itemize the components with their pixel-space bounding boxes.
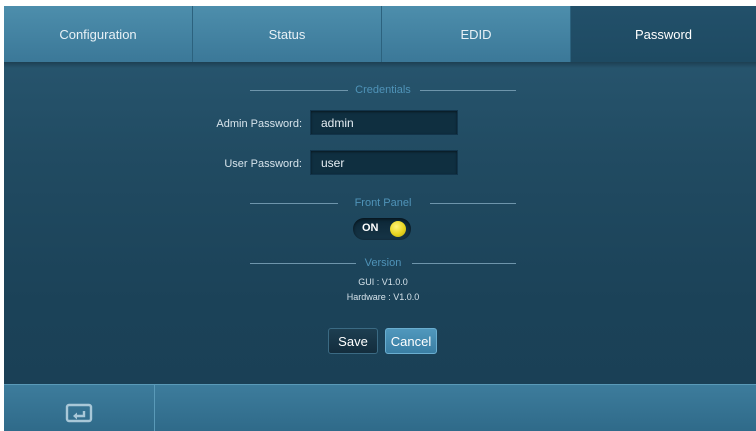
user-password-input[interactable] — [310, 150, 458, 175]
save-button[interactable]: Save — [328, 328, 378, 354]
tab-bar: Configuration Status EDID Password — [4, 6, 756, 62]
gui-version: GUI : V1.0.0 — [358, 277, 408, 287]
hardware-version: Hardware : V1.0.0 — [346, 292, 420, 302]
settings-window: Configuration Status EDID Password Crede… — [4, 6, 756, 431]
front-panel-toggle[interactable]: ON — [353, 218, 411, 240]
version-section-heading: Version — [250, 255, 516, 271]
bottom-bar — [4, 384, 756, 431]
return-button[interactable] — [4, 385, 155, 431]
divider-line — [412, 263, 516, 264]
credentials-section-heading: Credentials — [250, 82, 516, 98]
tab-configuration[interactable]: Configuration — [4, 6, 193, 62]
toggle-state-label: ON — [362, 222, 379, 234]
cancel-button[interactable]: Cancel — [385, 328, 437, 354]
toggle-knob — [390, 221, 406, 237]
user-password-label: User Password: — [224, 158, 302, 170]
admin-password-label: Admin Password: — [216, 118, 302, 130]
tab-status[interactable]: Status — [193, 6, 382, 62]
return-icon — [65, 403, 93, 422]
divider-line — [420, 90, 516, 91]
tab-password[interactable]: Password — [571, 6, 756, 62]
front-panel-section-heading: Front Panel — [250, 195, 516, 211]
divider-line — [430, 203, 516, 204]
tab-edid[interactable]: EDID — [382, 6, 571, 62]
tab-bar-shadow — [4, 62, 756, 68]
admin-password-input[interactable] — [310, 110, 458, 135]
